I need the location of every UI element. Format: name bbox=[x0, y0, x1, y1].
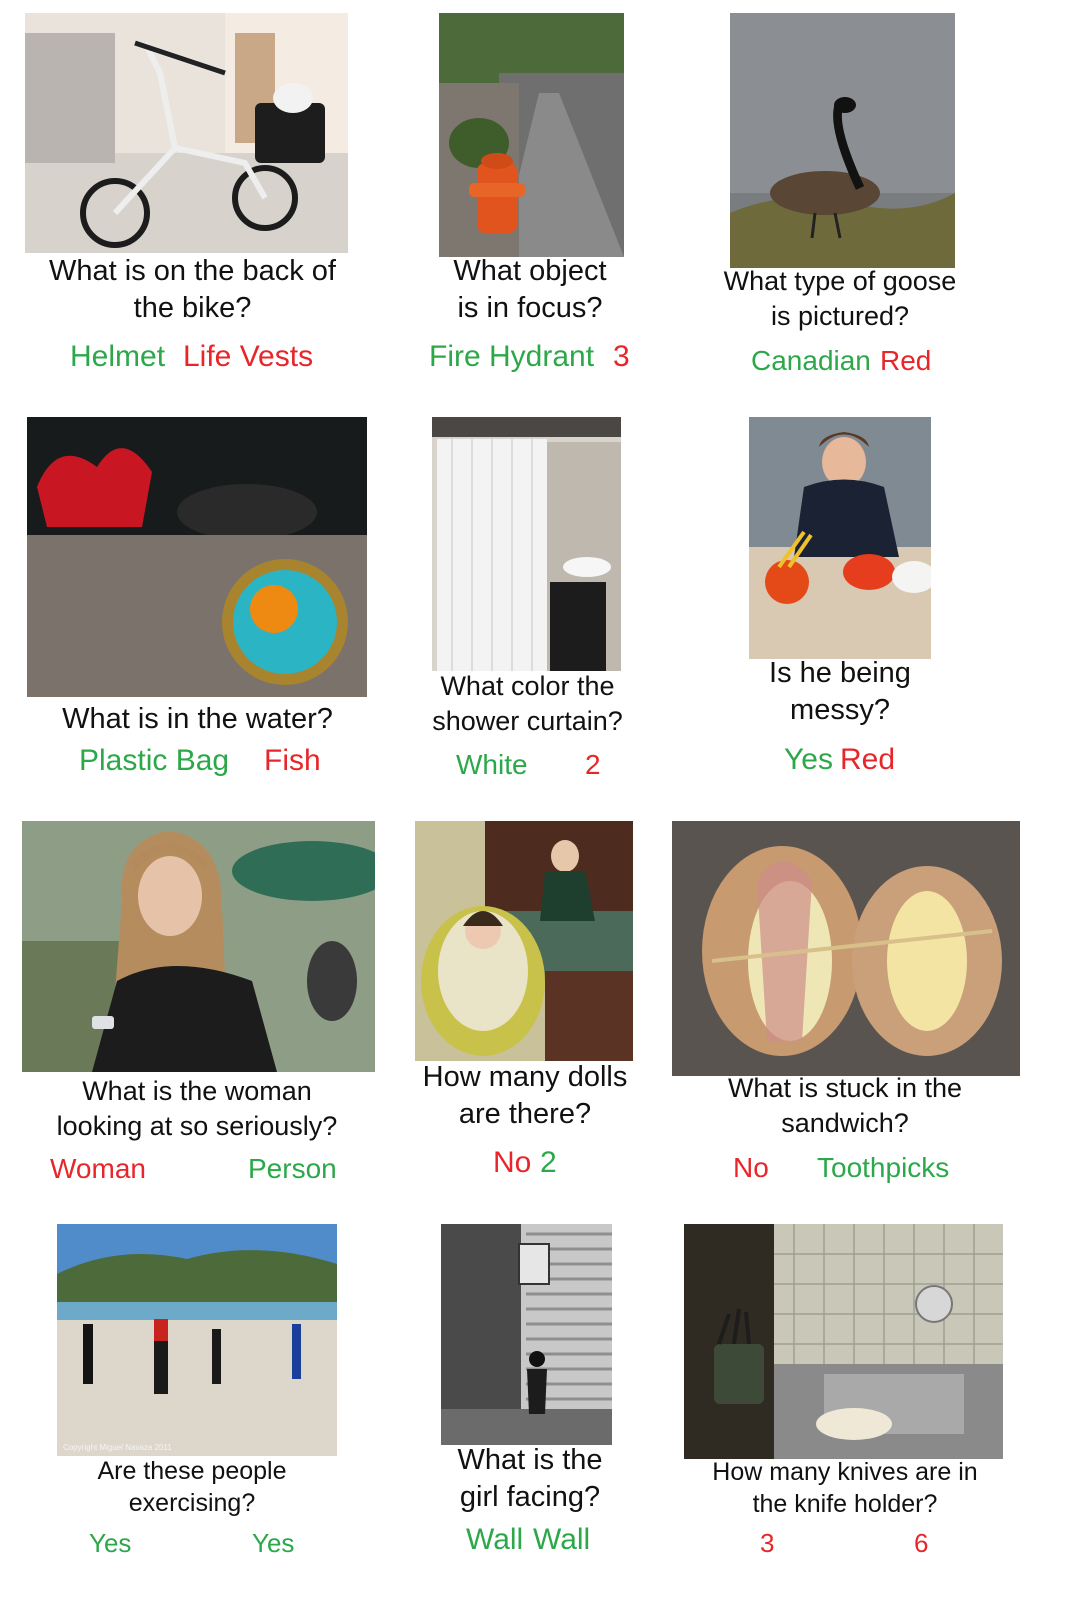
answer-correct: Toothpicks bbox=[817, 1152, 950, 1183]
question-text: Is he being messy? bbox=[769, 657, 911, 727]
fire-hydrant-photo bbox=[439, 13, 624, 257]
sandwich-photo bbox=[672, 821, 1020, 1076]
beach-photo: Copyright Miguel Navaza 2011 bbox=[57, 1224, 337, 1456]
answer-correct: Fire Hydrant bbox=[429, 340, 595, 373]
goose-photo bbox=[730, 13, 955, 268]
answer-incorrect: Life Vests bbox=[183, 340, 314, 373]
answer-correct: Wall bbox=[466, 1523, 524, 1556]
answer-correct: Plastic Bag bbox=[79, 744, 230, 777]
kitchen-photo bbox=[684, 1224, 1003, 1459]
answer-incorrect: 2 bbox=[585, 749, 601, 780]
question-text: What is the girl facing? bbox=[457, 1444, 603, 1514]
answer-incorrect: Red bbox=[880, 345, 932, 376]
water-photo bbox=[27, 417, 367, 697]
answer-incorrect: 6 bbox=[914, 1528, 929, 1558]
kid-painting-photo bbox=[749, 417, 931, 659]
dolls-photo bbox=[415, 821, 633, 1061]
answer-correct: Yes bbox=[89, 1528, 132, 1558]
question-text: Are these people exercising? bbox=[97, 1457, 287, 1517]
question-text: How many knives are in the knife holder? bbox=[712, 1458, 978, 1518]
question-text: What is stuck in the sandwich? bbox=[727, 1073, 963, 1138]
answer-incorrect: No bbox=[493, 1146, 532, 1179]
girl-wall-photo bbox=[441, 1224, 612, 1445]
woman-photo bbox=[22, 821, 375, 1072]
answer-incorrect: 3 bbox=[760, 1528, 775, 1558]
question-text: What color the shower curtain? bbox=[432, 671, 623, 736]
answer-correct: Person bbox=[248, 1153, 337, 1184]
bike-photo bbox=[25, 13, 348, 253]
answer-incorrect: Fish bbox=[264, 744, 321, 777]
question-text: What is in the water? bbox=[62, 703, 333, 735]
answer-incorrect: Red bbox=[840, 743, 896, 776]
question-text: What is the woman looking at so seriously… bbox=[56, 1076, 338, 1141]
answer-correct: Wall bbox=[533, 1523, 591, 1556]
answer-correct: 2 bbox=[540, 1146, 557, 1179]
answer-incorrect: Woman bbox=[50, 1153, 146, 1184]
answer-correct: Helmet bbox=[70, 340, 166, 373]
shower-curtain-photo bbox=[432, 417, 621, 671]
question-text: What is on the back of the bike? bbox=[49, 255, 336, 325]
answer-correct: Canadian bbox=[751, 345, 871, 376]
copyright-watermark: Copyright Miguel Navaza 2011 bbox=[63, 1443, 172, 1452]
question-text: How many dolls are there? bbox=[422, 1061, 628, 1131]
answer-incorrect: 3 bbox=[613, 340, 630, 373]
answer-correct: White bbox=[456, 749, 528, 780]
answer-correct: Yes bbox=[252, 1528, 295, 1558]
answer-correct: Yes bbox=[784, 743, 833, 776]
question-text: What object is in focus? bbox=[453, 255, 607, 325]
answer-incorrect: No bbox=[733, 1152, 769, 1183]
question-text: What type of goose is pictured? bbox=[723, 266, 957, 331]
